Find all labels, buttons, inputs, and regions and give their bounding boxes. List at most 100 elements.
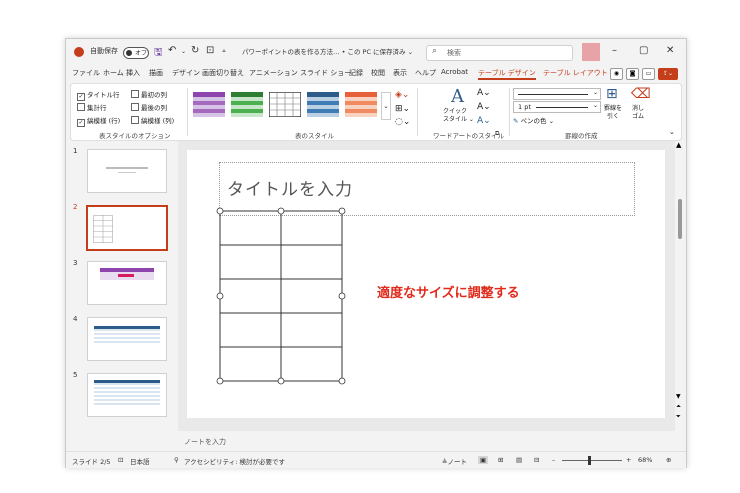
table-style-green[interactable]	[231, 92, 263, 117]
tab-table-layout[interactable]: テーブル レイアウト	[543, 68, 608, 78]
text-effects-icon[interactable]: A⌄	[477, 116, 491, 126]
effects-icon[interactable]: ◌⌄	[395, 117, 410, 127]
text-outline-icon[interactable]: A⌄	[477, 102, 491, 112]
option-banded-columns[interactable]: 縞模様 (列)	[131, 115, 174, 125]
table-style-orange[interactable]	[345, 92, 377, 117]
slide-counter: スライド 2/5	[72, 458, 111, 466]
table-style-plain-selected[interactable]	[269, 92, 301, 117]
slide-sorter-icon[interactable]: ⊞	[498, 456, 503, 464]
wordart-quick-style-button[interactable]: クイック スタイル ⌄	[443, 108, 474, 124]
accessibility-status[interactable]: アクセシビリティ: 検討が必要です	[184, 456, 285, 466]
borders-icon[interactable]: ⊞⌄	[395, 104, 410, 114]
zoom-slider[interactable]	[562, 456, 622, 465]
spellcheck-icon[interactable]: ⊡	[118, 456, 123, 464]
tab-view[interactable]: 表示	[393, 68, 407, 78]
eraser-button[interactable]: 消し ゴム	[632, 105, 644, 121]
minimize-icon[interactable]: –	[612, 45, 617, 56]
slideshow-start-icon[interactable]: ⊡	[206, 45, 214, 56]
tab-insert[interactable]: 挿入	[126, 68, 140, 78]
eraser-icon[interactable]: ⌫	[631, 86, 651, 102]
tab-help[interactable]: ヘルプ	[415, 68, 436, 78]
text-fill-icon[interactable]: A⌄	[477, 88, 491, 98]
record-icon[interactable]: ◉	[610, 68, 623, 80]
redo-icon[interactable]: ↻	[191, 45, 199, 56]
tab-acrobat[interactable]: Acrobat	[441, 68, 468, 76]
tab-home[interactable]: ホーム	[103, 68, 124, 78]
table-style-purple[interactable]	[193, 92, 225, 117]
language-indicator[interactable]: 日本語	[130, 456, 150, 466]
tab-design[interactable]: デザイン	[172, 68, 200, 78]
notes-button[interactable]: ≜ノート	[442, 456, 467, 466]
previous-slide-icon[interactable]: ⏶	[676, 403, 681, 411]
option-header-row[interactable]: ✓ タイトル行	[77, 89, 120, 101]
slide-thumbnails-pane: 1 2 3 4 5	[66, 141, 174, 451]
vertical-scrollbar[interactable]: ▲ ▼ ⏶ ⏷	[675, 141, 685, 451]
option-first-column[interactable]: 最初の列	[131, 89, 167, 99]
slide-thumbnail-2[interactable]	[86, 205, 168, 251]
zoom-slider-thumb[interactable]	[588, 456, 591, 465]
option-total-row[interactable]: 集計行	[77, 102, 107, 112]
share-icon[interactable]: ⇪⌄	[658, 68, 678, 80]
status-bar: スライド 2/5 ⊡ 日本語 ⚲ アクセシビリティ: 検討が必要です ≜ノート …	[66, 451, 686, 468]
reading-view-icon[interactable]: ▤	[516, 456, 522, 464]
thumb-subtitle-line	[118, 172, 136, 173]
pen-color-button[interactable]: ✎ ペンの色 ⌄	[513, 115, 554, 125]
customize-quick-access-icon[interactable]: ⩡	[222, 47, 226, 56]
search-box[interactable]: ⌕ 検索	[426, 45, 573, 61]
tab-review[interactable]: 校閲	[371, 68, 385, 78]
thumb-title-line	[106, 167, 148, 169]
user-avatar[interactable]	[582, 43, 600, 61]
scrollbar-thumb[interactable]	[678, 199, 682, 239]
shading-icon[interactable]: ◈⌄	[395, 90, 409, 100]
slide-thumbnail-3[interactable]	[87, 261, 167, 305]
autosave-toggle[interactable]: オフ	[123, 47, 149, 59]
tab-record[interactable]: 記録	[349, 68, 363, 78]
slide-number: 2	[73, 203, 78, 211]
tab-table-design[interactable]: テーブル デザイン	[478, 68, 536, 80]
undo-icon[interactable]: ↶	[168, 45, 176, 56]
wordart-quick-style-icon[interactable]: A	[451, 86, 464, 107]
next-slide-icon[interactable]: ⏷	[676, 413, 681, 421]
thumb-highlight	[118, 274, 134, 277]
slide-thumbnail-4[interactable]	[87, 317, 167, 361]
scroll-down-icon[interactable]: ▼	[676, 393, 681, 400]
powerpoint-logo-icon	[74, 47, 84, 57]
scroll-up-icon[interactable]: ▲	[676, 141, 681, 149]
option-banded-rows[interactable]: ✓ 縞模様 (行)	[77, 115, 120, 127]
zoom-out-icon[interactable]: –	[552, 456, 555, 464]
table-object[interactable]	[214, 205, 348, 387]
style-gallery-more-icon[interactable]: ⌄	[381, 92, 391, 120]
present-icon[interactable]: ◙	[626, 68, 639, 80]
option-last-column[interactable]: 最後の列	[131, 102, 167, 112]
tab-slideshow[interactable]: スライド ショー	[300, 68, 351, 78]
fit-to-window-icon[interactable]: ⊕	[666, 456, 671, 464]
tab-transitions[interactable]: 画面切り替え	[202, 68, 244, 78]
divider	[417, 88, 418, 136]
powerpoint-window: 自動保存 オフ 🖫 ↶ ⌄ ↻ ⊡ ⩡ パワーポイントの表を作る方法… • この…	[65, 38, 687, 468]
autosave-state: オフ	[135, 50, 148, 57]
save-icon[interactable]: 🖫	[154, 45, 163, 62]
tab-file[interactable]: ファイル	[72, 68, 100, 78]
tab-animations[interactable]: アニメーション	[249, 68, 298, 78]
collapse-ribbon-icon[interactable]: ⌄	[669, 128, 675, 136]
slide-thumbnail-5[interactable]	[87, 373, 167, 417]
slide-thumbnail-1[interactable]	[87, 149, 167, 193]
maximize-icon[interactable]: ▢	[639, 45, 648, 56]
close-icon[interactable]: ✕	[666, 45, 674, 56]
pen-style-dropdown[interactable]: ⌄	[513, 88, 601, 100]
undo-dropdown-icon[interactable]: ⌄	[181, 48, 186, 55]
wordart-dialog-launcher-icon[interactable]: ⧉	[495, 130, 499, 138]
comments-icon[interactable]: ▭	[642, 68, 655, 80]
slide-canvas[interactable]: タイトルを入力 適度なサイズに調整する	[187, 150, 665, 418]
notes-pane[interactable]: ノートを入力	[178, 434, 676, 451]
draw-table-icon[interactable]: ⊞	[606, 86, 618, 102]
document-title[interactable]: パワーポイントの表を作る方法… • この PC に保存済み ⌄	[242, 46, 413, 56]
tab-draw[interactable]: 描画	[149, 68, 163, 78]
pen-weight-dropdown[interactable]: 1 pt ⌄	[513, 101, 601, 113]
table-style-blue[interactable]	[307, 92, 339, 117]
zoom-in-icon[interactable]: +	[626, 456, 631, 464]
slideshow-view-icon[interactable]: ⊟	[534, 456, 539, 464]
normal-view-icon[interactable]: ▣	[478, 456, 489, 464]
zoom-level[interactable]: 68%	[638, 456, 652, 464]
draw-table-button[interactable]: 罫線を 引く	[604, 105, 622, 121]
